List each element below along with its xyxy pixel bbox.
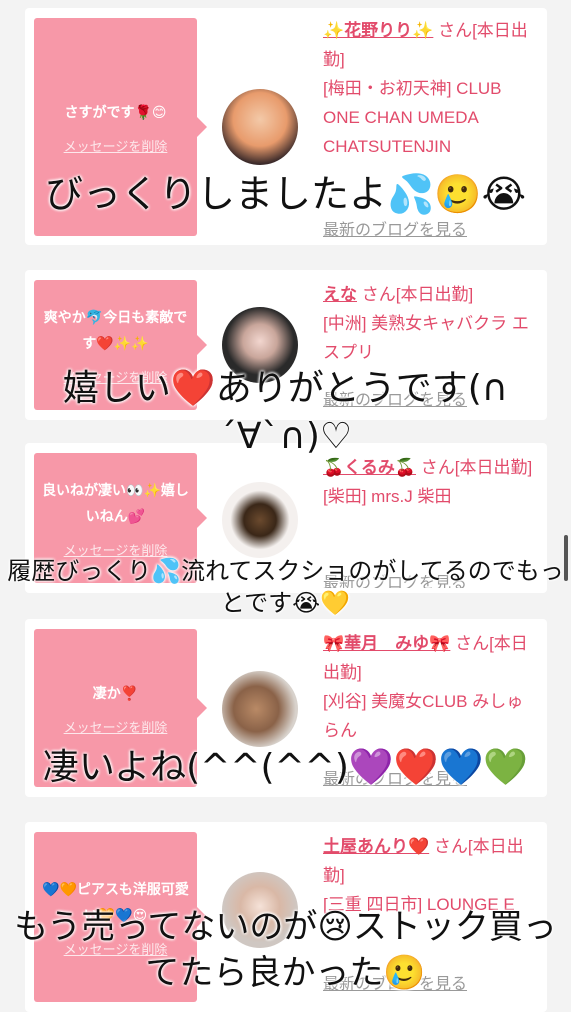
girl-name-link[interactable]: 土屋あんり❤️ — [323, 837, 429, 856]
girl-name-link[interactable]: ✨花野りり✨ — [323, 21, 433, 40]
overlay-caption: びっくりしましたよ💦🥲😭 — [44, 172, 527, 216]
message-text: 凄か❣️ — [92, 685, 139, 702]
message-text: さすがです🌹😊 — [64, 104, 167, 121]
shop-name[interactable]: [梅田・お初天神] CLUB ONE CHAN UMEDA CHATSUTENJ… — [323, 79, 502, 156]
overlay-caption: もう売ってないのが😢ストック買ってたら良かった🥲 — [14, 907, 557, 993]
overlay-caption: 嬉しい❤️ありがとうです(∩´∀`∩)♡ — [62, 368, 509, 457]
avatar[interactable] — [222, 89, 298, 165]
overlay-caption: 凄いよね(^^(^^)💜❤️💙💚 — [42, 747, 529, 788]
scrollbar[interactable] — [564, 535, 568, 581]
girl-status: さん[本日出勤] — [361, 285, 474, 304]
shop-name[interactable]: [柴田] mrs.J 柴田 — [323, 487, 451, 506]
girl-name-link[interactable]: 🎀華月 みゆ🎀 — [323, 634, 450, 653]
shop-name[interactable]: [刈谷] 美魔女CLUB みしゅらん — [323, 692, 523, 740]
delete-message-link[interactable]: メッセージを削除 — [64, 136, 168, 155]
avatar[interactable] — [222, 482, 298, 558]
shop-name[interactable]: [中洲] 美熟女キャバクラ エスプリ — [323, 314, 529, 362]
delete-message-link[interactable]: メッセージを削除 — [64, 717, 168, 736]
avatar[interactable] — [222, 671, 298, 747]
blog-link[interactable]: 最新のブログを見る — [323, 216, 467, 242]
overlay-caption: 履歴びっくり💦流れてスクショのがしてるのでもっとです😭💛 — [7, 557, 564, 617]
message-text: 良いねが凄い👀✨嬉しいねん💕 — [42, 482, 189, 525]
girl-name-link[interactable]: えな — [323, 285, 357, 304]
message-text: 爽やか🐬今日も素敵です❤️✨✨ — [43, 309, 188, 352]
